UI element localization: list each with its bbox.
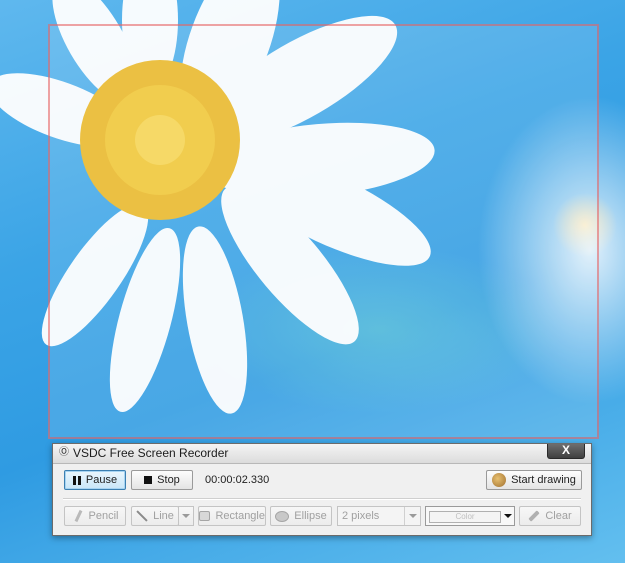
recorder-titlebar[interactable]: Ⓞ VSDC Free Screen Recorder X <box>53 444 591 464</box>
clear-label: Clear <box>545 510 572 522</box>
capture-area-frame[interactable] <box>48 24 599 439</box>
rectangle-icon <box>199 511 211 521</box>
ellipse-button[interactable]: Ellipse <box>270 506 332 526</box>
stop-label: Stop <box>157 474 180 486</box>
chevron-down-icon <box>504 514 512 518</box>
line-icon <box>136 510 148 522</box>
toolbar-divider <box>63 498 581 500</box>
draw-palette-icon <box>492 473 507 487</box>
thickness-value: 2 pixels <box>342 510 380 522</box>
line-label: Line <box>153 510 174 522</box>
app-icon: Ⓞ <box>59 447 69 458</box>
line-dropdown-button[interactable] <box>178 506 194 526</box>
pause-icon <box>72 475 81 485</box>
rectangle-button[interactable]: Rectangle <box>198 506 266 526</box>
start-drawing-label: Start drawing <box>511 474 576 486</box>
drawing-tools: Pencil Line Rectangle Ellipse 2 pixels C… <box>53 506 591 528</box>
pencil-button[interactable]: Pencil <box>64 506 126 526</box>
chevron-down-icon <box>182 514 190 518</box>
clear-button[interactable]: Clear <box>519 506 581 526</box>
thickness-select[interactable]: 2 pixels <box>337 506 421 526</box>
stop-button[interactable]: Stop <box>131 470 193 490</box>
line-button[interactable]: Line <box>131 506 179 526</box>
chevron-down-icon <box>408 514 417 518</box>
rectangle-label: Rectangle <box>215 510 265 522</box>
pencil-icon <box>72 510 84 522</box>
ellipse-label: Ellipse <box>294 510 327 522</box>
stop-icon <box>144 476 153 484</box>
elapsed-time: 00:00:02.330 <box>205 474 270 486</box>
pencil-label: Pencil <box>88 510 119 522</box>
close-button[interactable]: X <box>547 444 585 459</box>
start-drawing-button[interactable]: Start drawing <box>486 470 582 490</box>
eraser-icon <box>528 510 540 522</box>
pause-button[interactable]: Pause <box>64 470 126 490</box>
recording-controls: Pause Stop 00:00:02.330 Start drawing <box>53 470 591 492</box>
recorder-window: Ⓞ VSDC Free Screen Recorder X Pause Stop… <box>52 443 592 536</box>
color-swatch: Color <box>429 511 501 523</box>
ellipse-icon <box>275 510 290 522</box>
window-title: VSDC Free Screen Recorder <box>73 446 229 460</box>
pause-label: Pause <box>85 474 118 486</box>
color-select[interactable]: Color <box>425 506 515 526</box>
thickness-dropdown-arrow <box>404 507 420 525</box>
